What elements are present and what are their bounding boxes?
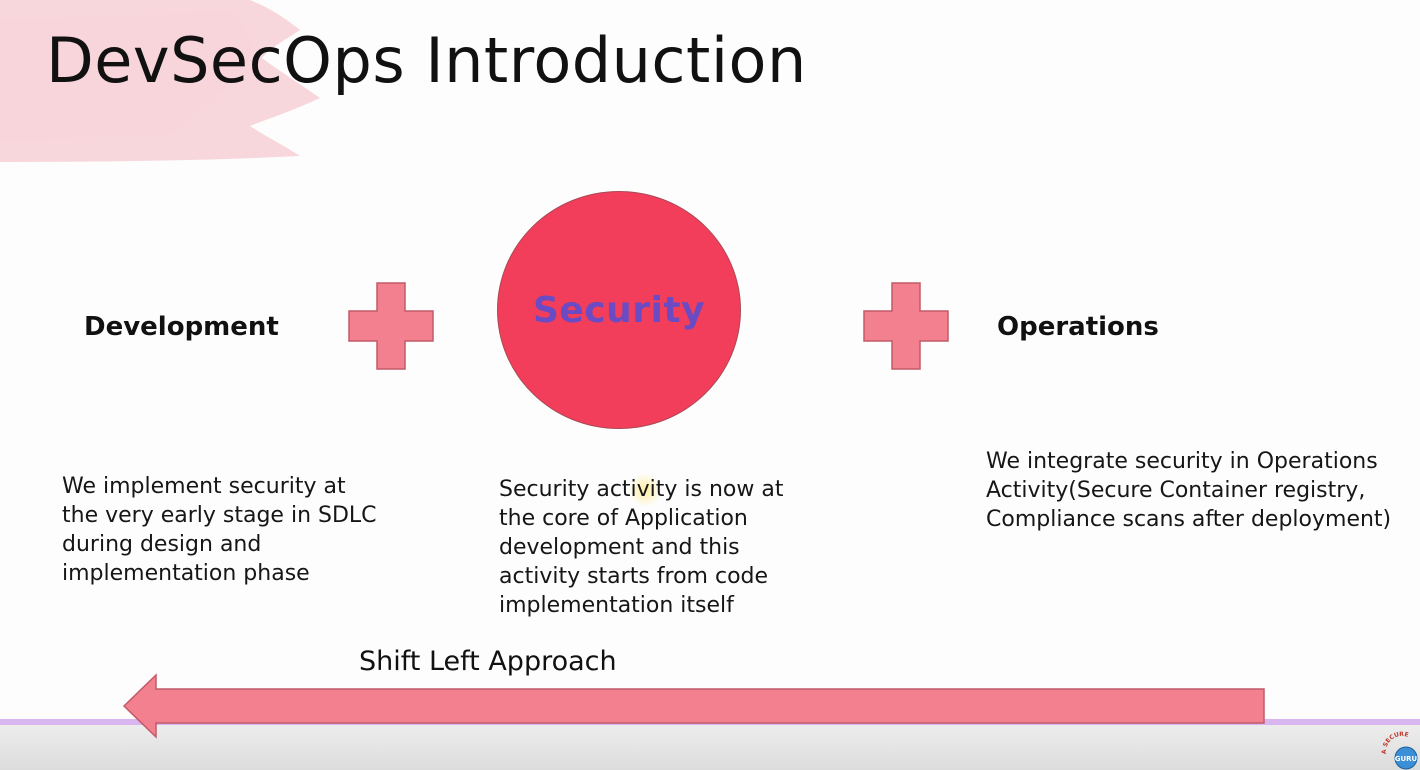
security-circle: Security [497,191,741,429]
security-label: Security [532,290,706,331]
operations-heading: Operations [997,312,1159,342]
svg-text:GURU: GURU [1395,755,1418,763]
slide: DevSecOps Introduction Development Secur… [0,0,1420,770]
slide-title: DevSecOps Introduction [46,24,807,97]
left-arrow-icon [122,673,1265,739]
plus-icon [348,282,434,370]
operations-description: We integrate security in Operations Acti… [986,449,1392,532]
plus-icon [863,282,949,370]
secure-guru-logo: A SECURE GURU [1381,731,1418,770]
development-heading: Development [84,312,279,342]
development-description: We implement security at the very early … [62,474,377,586]
security-description: Security activity is now at the core of … [499,477,784,618]
